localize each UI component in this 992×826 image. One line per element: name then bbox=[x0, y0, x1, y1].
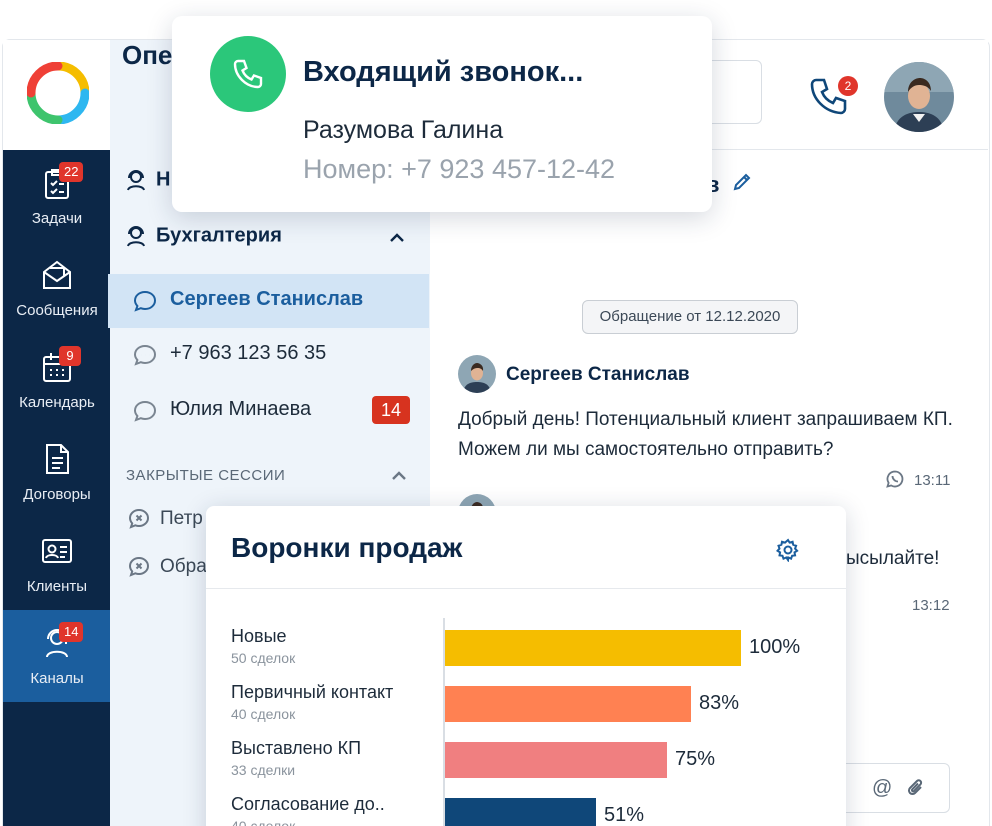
group-accounting-label: Бухгалтерия bbox=[156, 224, 282, 247]
closed-session-item[interactable]: Петр bbox=[128, 508, 203, 530]
session-item[interactable]: Сергеев Станислав bbox=[108, 274, 429, 328]
caller-number: Номер: +7 923 457-12-42 bbox=[303, 154, 616, 184]
sales-funnel-card: Воронки продаж Новые 50 сделок 100% Первичн… bbox=[206, 506, 846, 826]
session-item[interactable]: Юлия Минаева 14 bbox=[108, 384, 429, 438]
session-name: Юлия Минаева bbox=[170, 398, 312, 420]
unread-badge: 14 bbox=[372, 396, 410, 424]
chat-bubble-icon bbox=[132, 343, 158, 367]
group-first[interactable]: Н bbox=[124, 168, 170, 192]
messages-icon bbox=[40, 258, 74, 292]
app-logo-icon bbox=[27, 62, 89, 124]
funnel-stage-name: Новые bbox=[231, 626, 287, 646]
call-title: Входящий звонок... bbox=[303, 56, 584, 88]
message-time: 13:11 bbox=[914, 472, 951, 489]
nav-item-clients[interactable]: Клиенты bbox=[3, 518, 111, 610]
contracts-icon bbox=[40, 442, 74, 476]
session-name: Сергеев Станислав bbox=[170, 288, 364, 310]
group-first-label: Н bbox=[156, 168, 171, 191]
nav-label-clients: Клиенты bbox=[26, 578, 88, 595]
caller-name: Разумова Галина bbox=[303, 116, 504, 144]
funnel-bar-label: 100% bbox=[749, 636, 801, 658]
message-text: Добрый день! Потенциальный клиент запраш… bbox=[458, 409, 953, 460]
calendar-badge: 9 bbox=[59, 346, 81, 366]
funnel-stage-name: Согласование до.. bbox=[231, 794, 385, 814]
chevron-up-icon[interactable] bbox=[388, 229, 406, 247]
operator-icon bbox=[124, 224, 148, 248]
funnel-stage-name: Выставлено КП bbox=[231, 738, 362, 758]
user-avatar[interactable] bbox=[884, 62, 954, 132]
funnel-title: Воронки продаж bbox=[231, 532, 463, 563]
funnel-stage-deals: 40 сделок bbox=[231, 706, 296, 722]
nav-item-calendar[interactable]: 9 Календарь bbox=[3, 334, 111, 426]
nav-label-contracts: Договоры bbox=[23, 486, 91, 503]
calls-badge: 2 bbox=[838, 76, 858, 96]
edit-pencil-icon[interactable] bbox=[732, 172, 754, 194]
message-author-name: Сергеев Станислав bbox=[506, 364, 690, 385]
clients-icon bbox=[40, 534, 74, 568]
closed-session-name: Петр bbox=[160, 508, 203, 530]
funnel-bar[interactable] bbox=[445, 742, 667, 778]
closed-sessions-header: ЗАКРЫТЫЕ СЕССИИ bbox=[126, 467, 286, 484]
funnel-bar-label: 75% bbox=[675, 748, 716, 770]
nav-rail: 22 Задачи Сообщения 9 Календарь Договоры… bbox=[3, 150, 111, 826]
chat-bubble-icon bbox=[132, 289, 158, 313]
message-text: ысылайте! bbox=[846, 548, 940, 569]
session-item[interactable]: +7 963 123 56 35 bbox=[108, 328, 429, 382]
nav-item-contracts[interactable]: Договоры bbox=[3, 426, 111, 518]
attachment-icon[interactable] bbox=[906, 778, 928, 800]
nav-label-tasks: Задачи bbox=[31, 210, 83, 227]
operator-icon bbox=[124, 168, 148, 192]
nav-label-channels: Каналы bbox=[30, 670, 84, 687]
nav-item-messages[interactable]: Сообщения bbox=[3, 242, 111, 334]
answer-call-button[interactable] bbox=[210, 36, 286, 112]
tasks-badge: 22 bbox=[59, 162, 84, 182]
closed-session-item[interactable]: Обра bbox=[128, 556, 207, 578]
phone-icon bbox=[233, 59, 263, 89]
funnel-stage-deals: 50 сделок bbox=[231, 650, 296, 666]
funnel-stage-deals: 33 сделки bbox=[231, 762, 296, 778]
divider bbox=[206, 588, 846, 589]
funnel-bar-label: 83% bbox=[699, 692, 740, 714]
closed-chat-icon bbox=[128, 556, 150, 577]
message-time: 13:12 bbox=[912, 597, 950, 614]
channels-title: Опе bbox=[122, 40, 173, 70]
chat-bubble-icon bbox=[132, 399, 158, 423]
channels-badge: 14 bbox=[59, 622, 84, 642]
closed-chat-icon bbox=[128, 508, 150, 529]
funnel-bar[interactable] bbox=[445, 798, 596, 826]
nav-label-messages: Сообщения bbox=[16, 302, 98, 319]
funnel-stage-name: Первичный контакт bbox=[231, 682, 394, 702]
nav-item-tasks[interactable]: 22 Задачи bbox=[3, 150, 111, 242]
incoming-call-card[interactable]: Входящий звонок... Разумова Галина Номер… bbox=[172, 16, 712, 212]
funnel-bar[interactable] bbox=[445, 630, 741, 666]
funnel-bar[interactable] bbox=[445, 686, 691, 722]
message-composer[interactable]: @ bbox=[840, 763, 950, 813]
whatsapp-icon bbox=[886, 470, 906, 490]
gear-icon[interactable] bbox=[775, 538, 802, 564]
funnel-bar-label: 51% bbox=[604, 804, 645, 826]
closed-session-name: Обра bbox=[160, 556, 207, 578]
mention-button[interactable]: @ bbox=[872, 777, 892, 800]
group-accounting[interactable]: Бухгалтерия bbox=[124, 224, 282, 248]
nav-label-calendar: Календарь bbox=[19, 394, 95, 411]
funnel-stage-deals: 40 сделок bbox=[231, 818, 296, 826]
logo-area bbox=[3, 40, 111, 150]
session-name: +7 963 123 56 35 bbox=[170, 342, 327, 364]
nav-item-channels[interactable]: 14 Каналы bbox=[3, 610, 111, 702]
date-divider: Обращение от 12.12.2020 bbox=[582, 300, 798, 334]
chevron-up-icon[interactable] bbox=[390, 467, 408, 485]
message-author-avatar bbox=[458, 355, 496, 393]
